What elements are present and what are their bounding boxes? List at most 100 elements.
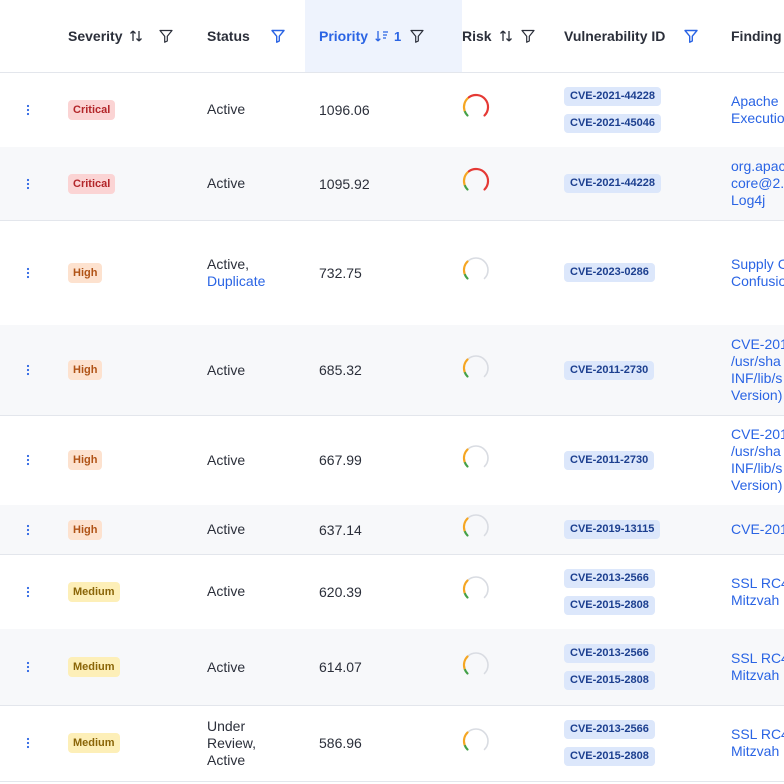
table-row[interactable]: Medium Active 614.07 CVE-2013-2566 CVE-20… [0,629,784,706]
finding-line: /usr/sha [731,353,781,369]
filter-icon[interactable] [520,28,536,44]
header-vulnerability-id[interactable]: Vulnerability ID [550,0,732,72]
cve-tag[interactable]: CVE-2011-2730 [564,360,655,380]
cve-tag[interactable]: CVE-2013-2566 [564,720,655,739]
priority-cell: 732.75 [305,220,462,325]
finding-cell[interactable]: Supply C Confusio [718,220,784,325]
vulnerability-id-cell: CVE-2013-2566 CVE-2015-2808 [550,554,732,629]
risk-cell [448,325,564,415]
kebab-menu-icon[interactable] [21,585,35,599]
kebab-menu-icon[interactable] [21,103,35,117]
finding-line: Version) [731,477,783,493]
risk-cell [448,705,564,781]
table-row[interactable]: Medium Active 620.39 CVE-2013-2566 CVE-20… [0,554,784,630]
cve-tag[interactable]: CVE-2015-2808 [564,747,655,766]
priority-value: 1096.06 [319,101,370,118]
risk-cell [448,147,564,220]
severity-badge: High [68,450,103,470]
severity-badge: High [68,262,103,283]
cve-tag[interactable]: CVE-2023-0286 [564,263,655,282]
cve-tag[interactable]: CVE-2013-2566 [564,568,655,588]
finding-line: Executio [731,109,784,126]
finding-line: Log4j [731,192,766,208]
status-text: Active, [207,255,250,272]
table-row[interactable]: High Active, Duplicate 732.75 CVE-2023-0… [0,220,784,326]
kebab-menu-icon[interactable] [21,453,35,467]
header-menu-col [0,0,56,72]
severity-cell: High [56,415,208,505]
vulnerability-id-cell: CVE-2021-44228 [550,147,732,220]
row-menu-cell [0,147,56,220]
status-cell: Active [196,72,315,147]
finding-cell[interactable]: CVE-201 [718,505,784,554]
finding-line: /usr/sha [731,443,781,459]
priority-cell: 685.32 [305,325,462,415]
cve-tag[interactable]: CVE-2011-2730 [564,450,655,470]
kebab-menu-icon[interactable] [21,177,35,191]
filter-icon[interactable] [409,28,425,44]
row-menu-cell [0,505,56,554]
table-row[interactable]: High Active 667.99 CVE-2011-2730 CVE-201… [0,415,784,506]
sort-order-badge: 1 [394,28,402,44]
risk-gauge-icon [462,513,490,546]
kebab-menu-icon[interactable] [21,523,35,537]
row-menu-cell [0,415,56,505]
severity-badge: Medium [68,657,120,677]
table-row[interactable]: Critical Active 1096.06 CVE-2021-44228 CV… [0,72,784,148]
cve-tag[interactable]: CVE-2019-13115 [564,520,661,539]
cve-tag[interactable]: CVE-2015-2808 [564,671,655,690]
sort-arrows-icon[interactable] [128,28,144,44]
header-finding[interactable]: Finding [718,0,784,72]
priority-cell: 620.39 [305,554,462,629]
finding-line: CVE-201 [731,426,784,442]
table-row[interactable]: Medium Under Review, Active 586.96 CVE-2… [0,705,784,782]
finding-line: org.apac [731,158,784,174]
priority-value: 620.39 [319,583,362,600]
filter-active-icon[interactable] [679,24,703,48]
filter-icon[interactable] [158,28,174,44]
kebab-menu-icon[interactable] [21,736,35,750]
vulnerability-id-cell: CVE-2011-2730 [550,325,732,415]
cve-tag[interactable]: CVE-2015-2808 [564,595,655,615]
header-priority[interactable]: Priority 1 [305,0,462,72]
table-row[interactable]: Critical Active 1095.92 CVE-2021-44228 o… [0,147,784,221]
finding-line: Mitzvah [731,667,780,683]
finding-cell[interactable]: SSL RC4 Mitzvah [718,554,784,629]
priority-cell: 667.99 [305,415,462,505]
finding-cell[interactable]: Apache Executio [718,72,784,147]
header-priority-label: Priority [319,28,369,44]
finding-line: Apache [731,92,779,109]
cve-tag[interactable]: CVE-2013-2566 [564,644,655,663]
table-row[interactable]: High Active 637.14 CVE-2019-13115 CVE-20… [0,505,784,555]
finding-line: INF/lib/s [731,460,783,476]
risk-gauge-icon [462,93,490,126]
finding-cell[interactable]: org.apac core@2. Log4j [718,147,784,220]
filter-active-icon[interactable] [266,24,290,48]
kebab-menu-icon[interactable] [21,266,35,280]
cve-tag[interactable]: CVE-2021-44228 [564,174,662,193]
finding-line: CVE-201 [731,336,784,352]
header-status[interactable]: Status [196,0,315,72]
table-row[interactable]: High Active 685.32 CVE-2011-2730 CVE-201… [0,325,784,416]
priority-cell: 586.96 [305,705,462,781]
sort-arrows-icon[interactable] [498,28,514,44]
severity-cell: Medium [56,554,208,629]
kebab-menu-icon[interactable] [21,660,35,674]
finding-cell[interactable]: CVE-201/usr/sha INF/lib/s Version) [718,325,784,415]
cve-tag[interactable]: CVE-2021-44228 [564,86,662,106]
severity-cell: High [56,325,208,415]
header-risk[interactable]: Risk [448,0,564,72]
sort-descending-icon[interactable] [374,28,390,44]
kebab-menu-icon[interactable] [21,363,35,377]
priority-value: 637.14 [319,521,362,538]
severity-cell: Critical [56,147,208,220]
status-text: Active [207,451,246,468]
cve-tag[interactable]: CVE-2021-45046 [564,113,662,133]
finding-cell[interactable]: CVE-201/usr/sha INF/lib/s Version) [718,415,784,505]
priority-value: 732.75 [319,264,362,281]
header-severity[interactable]: Severity [56,0,208,72]
finding-cell[interactable]: SSL RC4 Mitzvah [718,705,784,781]
priority-value: 1095.92 [319,175,370,192]
status-duplicate-link[interactable]: Duplicate [207,273,265,290]
finding-cell[interactable]: SSL RC4 Mitzvah [718,629,784,705]
